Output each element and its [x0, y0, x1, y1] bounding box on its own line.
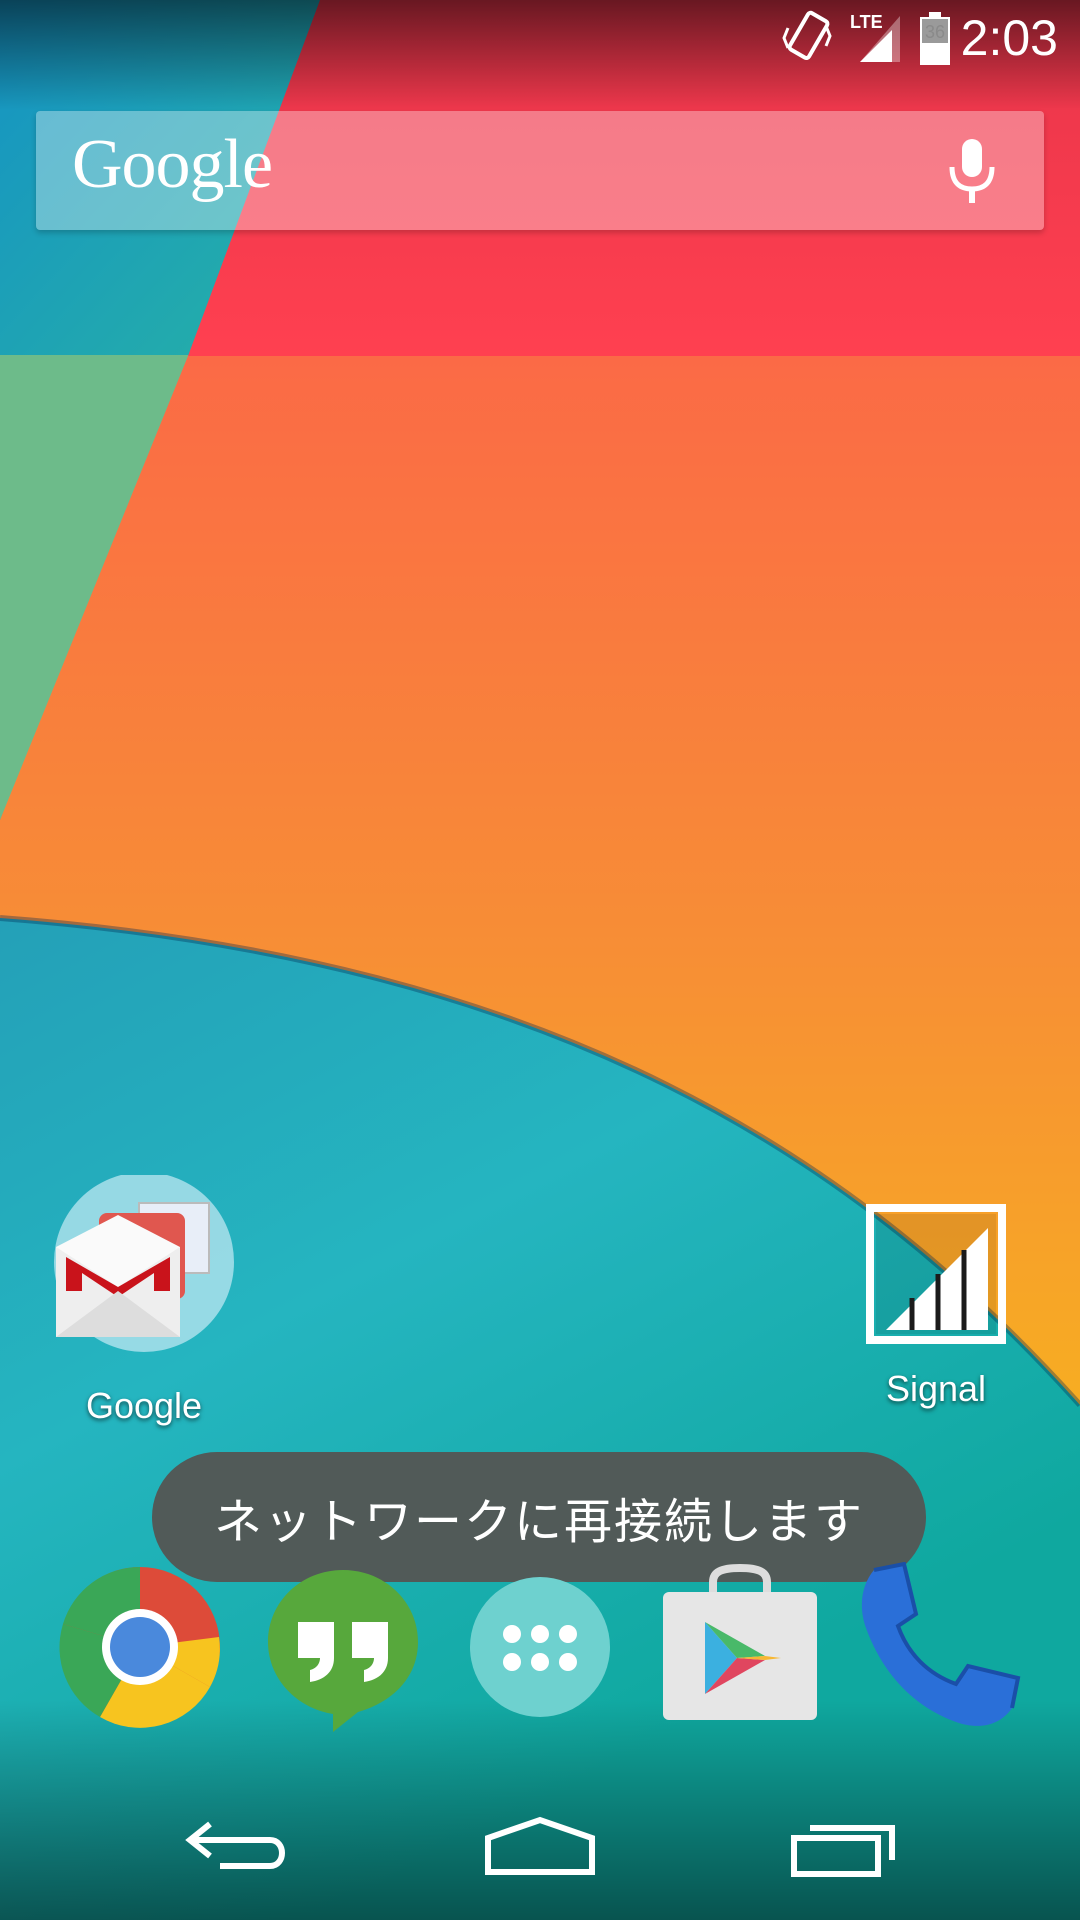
battery-level: 36 — [924, 22, 946, 42]
clock: 2:03 — [960, 10, 1058, 66]
vibrate-icon — [782, 10, 832, 60]
google-search-bar[interactable]: Google — [36, 111, 1044, 230]
status-bar: LTE 36 2:03 — [0, 0, 1080, 75]
toast-text: ネットワークに再接続します — [213, 1494, 864, 1550]
home-icon[interactable] — [480, 1810, 600, 1890]
google-logo: Google — [72, 126, 273, 203]
network-type-label: LTE — [850, 12, 883, 32]
google-folder-label: Google — [85, 1385, 203, 1426]
app-drawer-icon[interactable] — [455, 1562, 625, 1732]
play-store-icon[interactable] — [655, 1562, 825, 1732]
recents-icon[interactable] — [780, 1810, 900, 1890]
signal-app-icon — [866, 1204, 1006, 1344]
phone-icon[interactable] — [860, 1562, 1030, 1732]
chrome-icon[interactable] — [55, 1562, 225, 1732]
hangouts-icon[interactable] — [258, 1562, 428, 1732]
lte-signal-icon: LTE — [850, 12, 900, 62]
signal-app[interactable]: Signal — [836, 1190, 1036, 1410]
back-icon[interactable] — [180, 1810, 300, 1890]
google-folder-icon — [54, 1172, 234, 1352]
google-folder[interactable]: Google — [44, 1172, 244, 1427]
mic-icon[interactable] — [940, 137, 1004, 207]
signal-app-label: Signal — [885, 1368, 987, 1409]
